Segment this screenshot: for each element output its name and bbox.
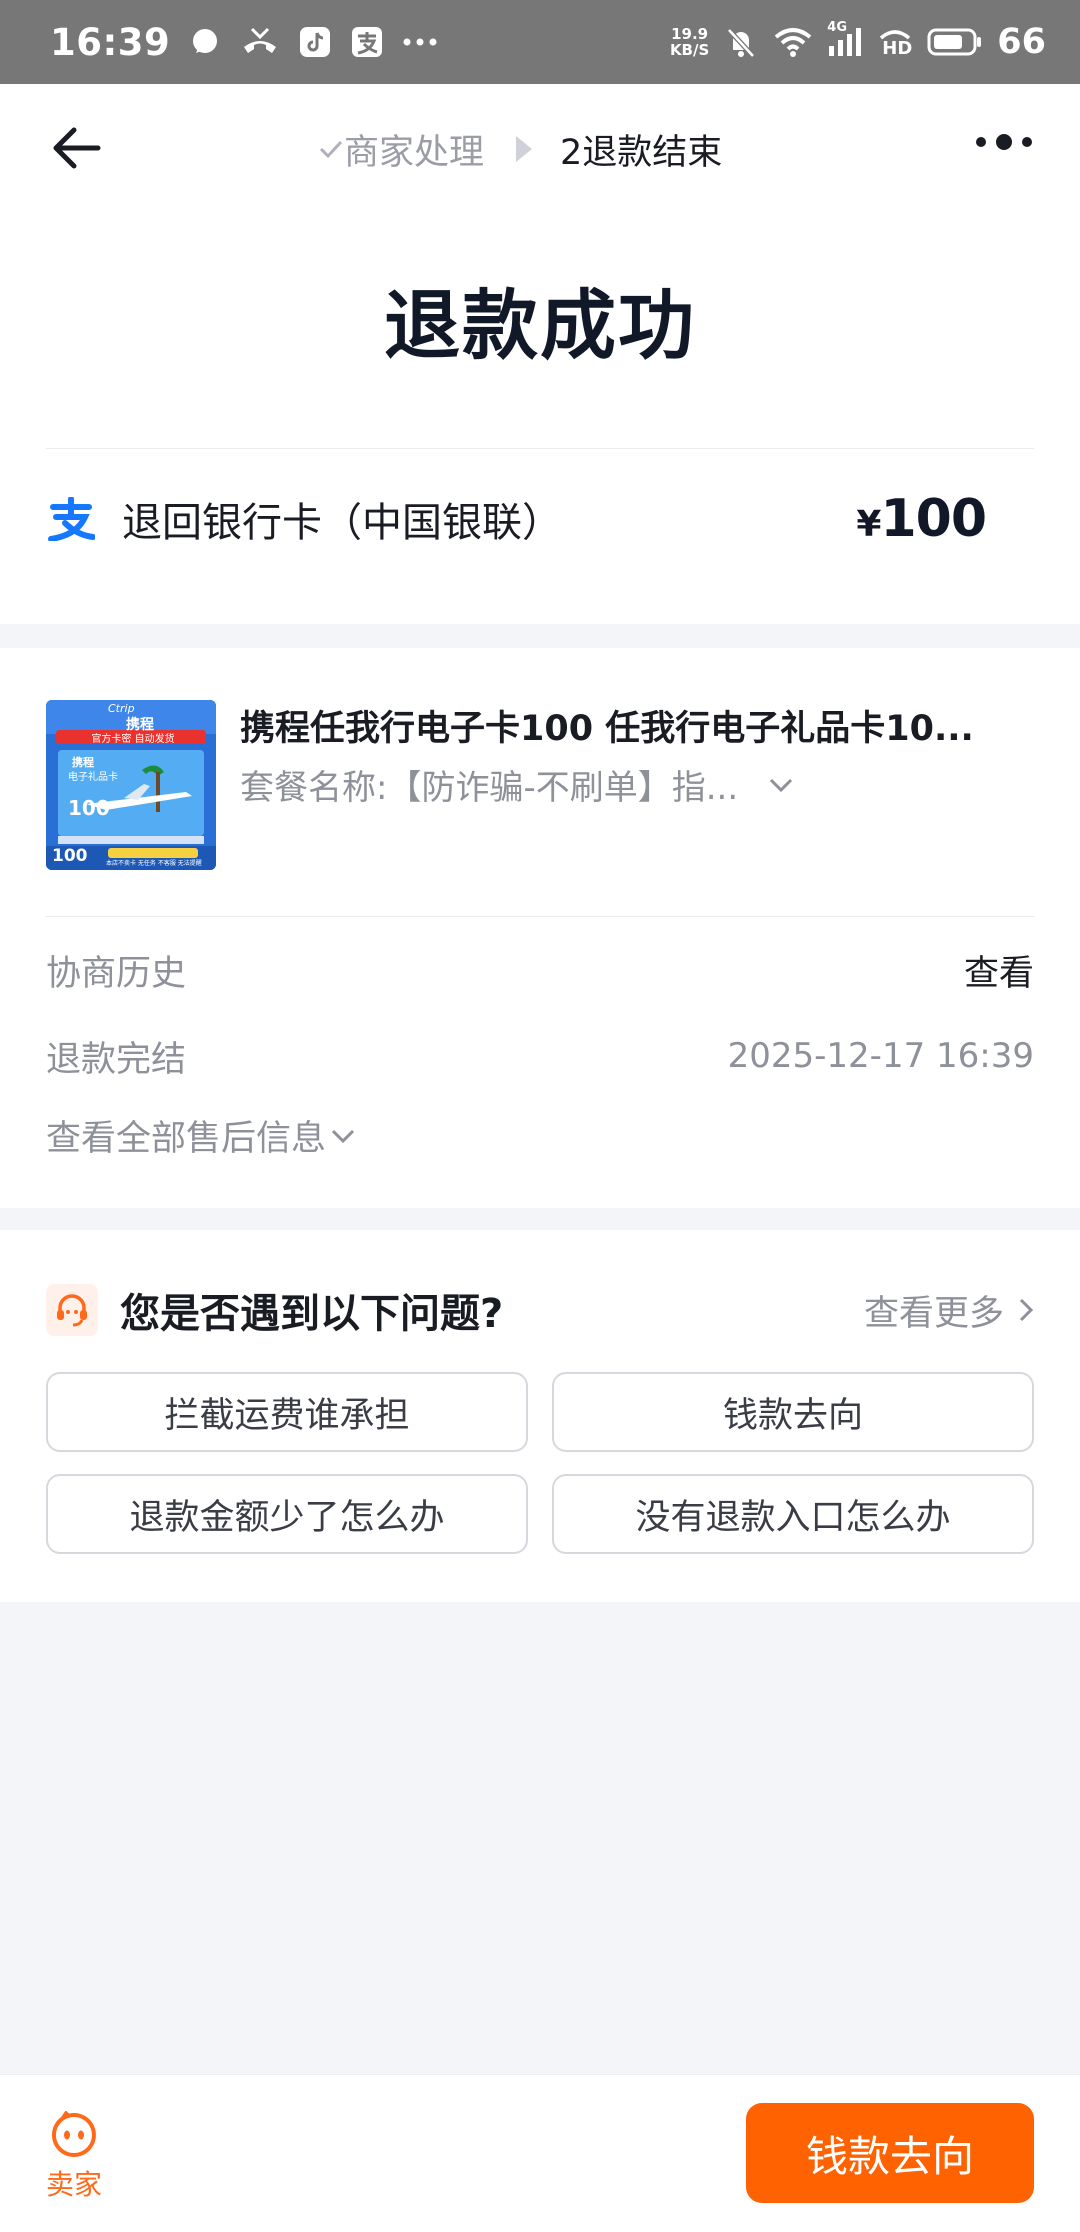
faq-more-label: 查看更多 (863, 1293, 1004, 1334)
faq-option[interactable]: 退款金额少了怎么办 (46, 1474, 528, 1554)
missed-call-icon (240, 25, 280, 59)
chevron-down-icon (770, 778, 793, 792)
more-options-button[interactable] (976, 134, 1032, 150)
more-dot-icon (996, 134, 1012, 150)
negotiation-history-row[interactable]: 协商历史 查看 (46, 940, 1034, 1000)
battery-level: 66 (997, 22, 1046, 62)
faq-option[interactable]: 钱款去向 (552, 1372, 1034, 1452)
more-notifications-icon (402, 37, 438, 47)
order-info-card: Ctrip 携程 官方卡密 自动发货 携程 电子礼品卡 100 本店不卖卡 无任… (0, 648, 1080, 1208)
alipay-icon (46, 494, 96, 544)
history-label: 协商历史 (46, 953, 187, 994)
seller-button[interactable]: 卖家 (46, 2111, 102, 2203)
page-title: 退款成功 (384, 281, 696, 370)
net-speed-value: 19.9 (671, 25, 709, 43)
back-arrow-icon (53, 127, 101, 169)
refund-amount-value: 100 (880, 489, 987, 549)
bottom-action-bar: 卖家 钱款去向 (0, 2074, 1080, 2232)
currency-symbol: ¥ (856, 504, 881, 545)
view-all-aftersale-button[interactable]: 查看全部售后信息 (46, 1110, 356, 1161)
divider (46, 916, 1034, 917)
status-time: 16:39 (50, 20, 171, 64)
hd-call-icon: HD (877, 24, 913, 60)
thumb-card-value: 100 (68, 796, 110, 820)
refund-method-row: 退回银行卡（中国银联） ¥100 (46, 474, 1034, 564)
net-speed-unit: KB/S (669, 41, 710, 59)
progress-steps: 商家处理 2退款结束 (318, 124, 722, 174)
step-refund-finished: 2退款结束 (560, 132, 723, 173)
money-destination-button[interactable]: 钱款去向 (746, 2103, 1034, 2203)
view-all-aftersale-label: 查看全部售后信息 (46, 1119, 327, 1159)
net-speed: 19.9 KB/S (670, 26, 709, 58)
step-arrow-icon (516, 136, 533, 162)
faq-option[interactable]: 没有退款入口怎么办 (552, 1474, 1034, 1554)
refund-complete-time: 2025-12-17 16:39 (727, 1036, 1034, 1076)
faq-title: 您是否遇到以下问题? (120, 1291, 504, 1337)
refund-complete-label: 退款完结 (46, 1039, 187, 1080)
thumb-footer: 本店不卖卡 无任务 不客服 无法提醒 (106, 860, 202, 867)
divider (46, 448, 1034, 449)
chevron-right-icon (1019, 1298, 1034, 1322)
faq-options: 拦截运费谁承担 钱款去向 退款金额少了怎么办 没有退款入口怎么办 (46, 1372, 1034, 1554)
product-title[interactable]: 携程任我行电子卡100 任我行电子礼品卡10... (240, 700, 1040, 751)
refund-amount: ¥100 (856, 489, 987, 549)
chat-bubble-icon (188, 25, 222, 59)
faq-card: 您是否遇到以下问题? 查看更多 拦截运费谁承担 钱款去向 退款金额少了怎么办 没… (0, 1230, 1080, 1602)
status-bar: 16:39 19.9 KB/S 4G HD 66 (0, 0, 1080, 84)
cell-signal-icon: 4G (827, 20, 863, 58)
product-spec-text: 套餐名称:【防诈骗-不刷单】指... (240, 768, 739, 808)
battery-icon (927, 27, 983, 57)
refund-complete-row: 退款完结 2025-12-17 16:39 (46, 1026, 1034, 1086)
signal-type-label: 4G (827, 20, 847, 35)
step-done-label: 商家处理 (344, 132, 485, 173)
product-thumbnail[interactable]: Ctrip 携程 官方卡密 自动发货 携程 电子礼品卡 100 本店不卖卡 无任… (46, 700, 216, 870)
tiktok-icon (298, 25, 332, 59)
product-spec[interactable]: 套餐名称:【防诈骗-不刷单】指... (240, 760, 794, 809)
mute-bell-icon (723, 24, 759, 60)
alipay-status-icon (350, 25, 384, 59)
thumb-footer-value: 100 (52, 846, 88, 866)
thumb-banner: 官方卡密 自动发货 (91, 734, 175, 745)
seller-label: 卖家 (46, 2168, 103, 2201)
refund-method-label: 退回银行卡（中国银联） (122, 500, 562, 546)
check-icon (319, 140, 343, 159)
history-view-link[interactable]: 查看 (964, 945, 1034, 996)
refund-summary-card: 商家处理 2退款结束 退款成功 退回银行卡（中国银联） ¥100 (0, 84, 1080, 624)
seller-face-icon (52, 2111, 96, 2157)
more-dot-icon (976, 137, 986, 147)
wifi-icon (773, 25, 813, 59)
hd-label: HD (882, 38, 913, 59)
back-button[interactable] (48, 120, 112, 176)
faq-more-link[interactable]: 查看更多 (864, 1285, 1034, 1336)
faq-header: 您是否遇到以下问题? 查看更多 (46, 1280, 1034, 1340)
thumb-card-name: 电子礼品卡 (68, 772, 118, 783)
chevron-down-icon (331, 1129, 355, 1143)
step-merchant-processing: 商家处理 (318, 124, 484, 175)
faq-option[interactable]: 拦截运费谁承担 (46, 1372, 528, 1452)
more-dot-icon (1022, 137, 1032, 147)
customer-service-icon (46, 1284, 98, 1336)
